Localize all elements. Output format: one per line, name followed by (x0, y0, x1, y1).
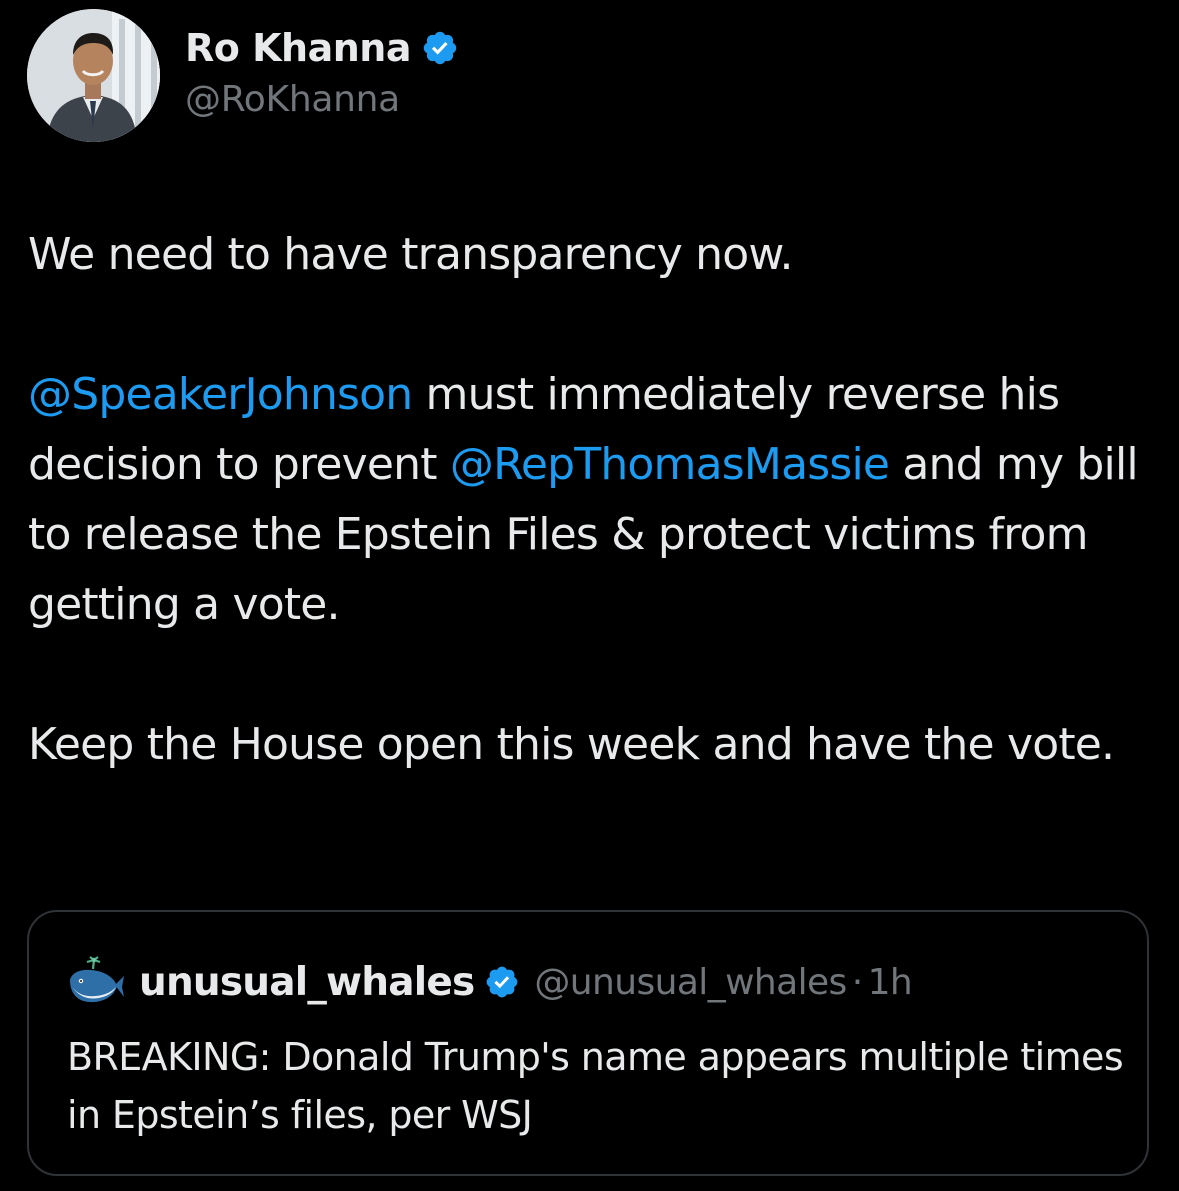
quoted-tweet-timestamp[interactable]: 1h (868, 962, 913, 1003)
author-name-row[interactable]: Ro Khanna (185, 24, 459, 72)
author-avatar[interactable] (27, 9, 160, 142)
verified-badge-icon (423, 31, 457, 65)
whale-icon[interactable] (67, 956, 125, 1008)
quoted-author-handle[interactable]: @unusual_whales (534, 962, 847, 1003)
author-name[interactable]: Ro Khanna (185, 26, 412, 70)
profile-photo-icon (27, 9, 160, 142)
quoted-tweet-text: BREAKING: Donald Trump's name appears mu… (67, 1035, 1124, 1137)
mention-link[interactable]: @RepThomasMassie (450, 439, 890, 490)
author-handle[interactable]: @RoKhanna (185, 79, 400, 120)
tweet-paragraph-2: @SpeakerJohnson must immediately reverse… (28, 360, 1158, 640)
tweet-paragraph-1: We need to have transparency now. (28, 229, 793, 280)
mention-link[interactable]: @SpeakerJohnson (28, 369, 413, 420)
quoted-author-name[interactable]: unusual_whales (139, 960, 475, 1005)
verified-badge-icon (487, 966, 518, 998)
tweet-paragraph-3: Keep the House open this week and have t… (28, 719, 1115, 770)
tweet-text: We need to have transparency now. @Speak… (28, 220, 1158, 780)
quoted-tweet-header: unusual_whales @unusual_whales · 1h (67, 956, 913, 1008)
quoted-tweet-card[interactable]: unusual_whales @unusual_whales · 1h BREA… (27, 910, 1149, 1176)
separator-dot: · (851, 961, 863, 1003)
